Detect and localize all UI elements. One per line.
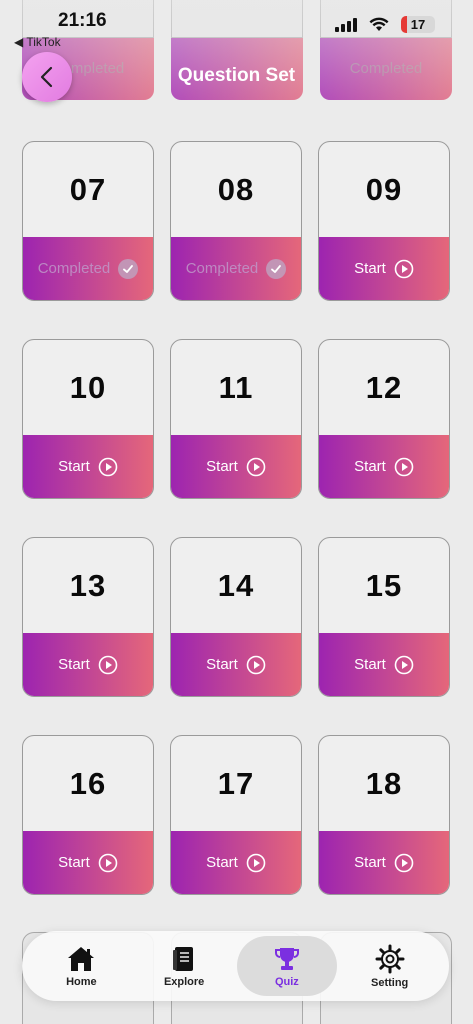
- battery-icon: 17: [401, 16, 435, 33]
- status-bar: 21:16 ◀ TikTok 17: [0, 0, 473, 50]
- card-number: 15: [365, 568, 403, 603]
- completed-label: Completed: [171, 237, 301, 300]
- start-button[interactable]: Start: [171, 831, 301, 894]
- cellular-signal-icon: [335, 17, 357, 32]
- nav-label: Setting: [370, 976, 409, 989]
- card-action-label: Start: [354, 656, 386, 673]
- question-card-12[interactable]: 12 Start: [318, 339, 450, 499]
- nav-item-home[interactable]: Home: [31, 936, 131, 996]
- question-card-14[interactable]: 14 Start: [170, 537, 302, 697]
- card-number: 10: [69, 370, 107, 405]
- nav-label: Quiz: [274, 975, 299, 988]
- card-action-label: Start: [58, 656, 90, 673]
- play-circle-icon: [246, 457, 266, 476]
- page-title: Question Set: [177, 65, 296, 86]
- nav-label: Explore: [163, 975, 205, 988]
- check-circle-icon: [266, 258, 287, 279]
- card-action-label: Start: [206, 854, 238, 871]
- question-card-09[interactable]: 09 Start: [318, 141, 450, 301]
- start-button[interactable]: Start: [23, 435, 153, 498]
- question-card-10[interactable]: 10 Start: [22, 339, 154, 499]
- book-icon: [173, 946, 194, 971]
- status-indicators: 17: [335, 16, 435, 33]
- question-card-07[interactable]: 07 Completed: [22, 141, 154, 301]
- card-action-label: Completed: [185, 260, 259, 277]
- card-number: 09: [365, 172, 403, 207]
- play-circle-icon: [246, 655, 266, 674]
- battery-level: 17: [410, 17, 426, 32]
- wifi-icon: [369, 17, 389, 31]
- start-button[interactable]: Start: [319, 435, 449, 498]
- nav-item-quiz[interactable]: Quiz: [236, 936, 337, 996]
- card-action-label: Completed: [37, 260, 111, 277]
- check-circle-icon: [118, 258, 139, 279]
- card-number: 17: [217, 766, 255, 801]
- question-card-16[interactable]: 16 Start: [22, 735, 154, 895]
- header: Question Set: [0, 40, 473, 112]
- card-action-label: Start: [354, 854, 386, 871]
- card-number: 08: [217, 172, 255, 207]
- card-number: 13: [69, 568, 107, 603]
- home-icon: [68, 946, 95, 971]
- card-action-label: Start: [206, 656, 238, 673]
- start-button[interactable]: Start: [319, 237, 449, 300]
- question-card-13[interactable]: 13 Start: [22, 537, 154, 697]
- card-number: 12: [365, 370, 403, 405]
- card-number: 18: [365, 766, 403, 801]
- question-card-17[interactable]: 17 Start: [170, 735, 302, 895]
- play-circle-icon: [394, 655, 414, 674]
- card-number: 14: [217, 568, 255, 603]
- trophy-icon: [274, 947, 299, 970]
- card-number: 16: [69, 766, 107, 801]
- question-card-15[interactable]: 15 Start: [318, 537, 450, 697]
- start-button[interactable]: Start: [171, 633, 301, 696]
- bottom-navigation: Home Explore Quiz Setting: [22, 931, 449, 1001]
- play-circle-icon: [98, 853, 118, 872]
- play-circle-icon: [394, 259, 414, 278]
- question-card-11[interactable]: 11 Start: [170, 339, 302, 499]
- card-action-label: Start: [354, 260, 386, 277]
- start-button[interactable]: Start: [319, 831, 449, 894]
- play-circle-icon: [246, 853, 266, 872]
- play-circle-icon: [394, 457, 414, 476]
- question-card-18[interactable]: 18 Start: [318, 735, 450, 895]
- card-action-label: Start: [206, 458, 238, 475]
- gear-icon: [375, 944, 405, 973]
- start-button[interactable]: Start: [171, 435, 301, 498]
- start-button[interactable]: Start: [23, 633, 153, 696]
- card-action-label: Start: [58, 458, 90, 475]
- back-to-app-link[interactable]: ◀ TikTok: [14, 35, 61, 49]
- start-button[interactable]: Start: [23, 831, 153, 894]
- play-circle-icon: [394, 853, 414, 872]
- status-time: 21:16: [58, 10, 107, 31]
- card-action-label: Start: [58, 854, 90, 871]
- question-card-08[interactable]: 08 Completed: [170, 141, 302, 301]
- card-action-label: Start: [354, 458, 386, 475]
- play-circle-icon: [98, 457, 118, 476]
- question-set-grid: 07 Completed 08 Completed 09 Start 10 St…: [22, 141, 451, 895]
- completed-label: Completed: [23, 237, 153, 300]
- card-number: 11: [218, 370, 254, 405]
- start-button[interactable]: Start: [319, 633, 449, 696]
- play-circle-icon: [98, 655, 118, 674]
- nav-label: Home: [66, 975, 97, 988]
- nav-item-explore[interactable]: Explore: [134, 936, 234, 996]
- card-number: 07: [69, 172, 107, 207]
- nav-item-setting[interactable]: Setting: [340, 936, 440, 996]
